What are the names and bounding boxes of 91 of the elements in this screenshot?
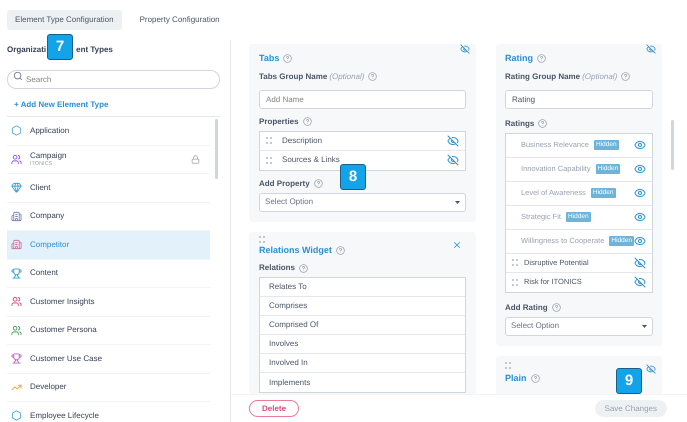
help-icon [299, 264, 308, 272]
step-callout: 9 [616, 368, 642, 394]
help-icon [283, 54, 292, 64]
element-type-item[interactable]: Customer Use Case [7, 345, 210, 374]
widget-title: Plain [505, 372, 527, 384]
element-type-item[interactable]: Customer Persona [7, 316, 210, 345]
help-icon [537, 54, 546, 64]
element-type-name: Company [30, 211, 66, 222]
eye-slash-icon[interactable] [646, 44, 656, 54]
element-type-item[interactable]: Customer Insights [7, 288, 210, 316]
property-name: Sources & Links [282, 154, 341, 166]
element-type-item[interactable]: Content [7, 260, 210, 288]
select-dropdown[interactable]: Select Option [505, 316, 653, 336]
scrollbar-thumb[interactable] [671, 120, 674, 170]
property-row[interactable]: Description [260, 132, 465, 150]
help-icon [621, 72, 630, 81]
relation-row[interactable]: Involved In [260, 354, 465, 373]
add-element-type-link[interactable]: + Add New Element Type [14, 99, 220, 111]
config-tab[interactable]: Property Configuration [132, 10, 228, 30]
drag-handle-icon[interactable] [512, 278, 518, 286]
sidebar-heading: ent Types [76, 44, 113, 56]
widget-title: Tabs [259, 52, 280, 65]
caret-icon [642, 324, 647, 328]
element-type-item[interactable]: Employee Lifecycle [7, 402, 210, 422]
help-icon [302, 117, 312, 126]
widget-title: Rating [505, 52, 533, 65]
step-callout: 8 [340, 164, 366, 190]
drag-handle-icon[interactable] [266, 156, 272, 164]
help-icon [530, 374, 540, 383]
drag-handle-icon[interactable] [505, 362, 511, 368]
element-type-name: Customer Persona [30, 325, 98, 336]
search-field[interactable]: Search [7, 70, 220, 89]
element-type-name: Campaign [30, 150, 68, 160]
element-type-name: Client [30, 182, 52, 193]
relation-row[interactable]: Comprises [260, 297, 465, 316]
eye-slash-icon[interactable] [447, 134, 459, 146]
eye-icon[interactable] [634, 187, 646, 199]
help-icon [314, 179, 323, 188]
eye-icon[interactable] [634, 211, 646, 223]
group-name-field[interactable]: Add Name [259, 90, 466, 108]
delete-button[interactable]: Delete [249, 400, 300, 417]
property-row[interactable]: Sources & Links [260, 150, 465, 170]
field-label: Add Property [259, 178, 310, 190]
scrollbar-thumb[interactable] [215, 119, 218, 179]
element-type-name: Customer Use Case [30, 354, 104, 364]
element-type-item[interactable]: Developer [7, 374, 210, 402]
field-label: Tabs Group Name [259, 70, 328, 82]
drag-handle-icon[interactable] [512, 259, 518, 266]
help-icon [336, 246, 345, 255]
relation-row[interactable]: Relates To [260, 278, 465, 297]
help-icon [538, 119, 548, 128]
field-label: Add Rating [505, 302, 548, 314]
eye-icon[interactable] [634, 235, 646, 247]
relation-row[interactable]: Comprised Of [260, 316, 465, 335]
help-icon [368, 72, 378, 81]
property-name: Description [282, 134, 324, 146]
eye-slash-icon[interactable] [634, 256, 646, 268]
step-callout: 7 [47, 34, 73, 60]
drag-handle-icon[interactable] [259, 236, 265, 242]
eye-slash-icon[interactable] [646, 364, 656, 374]
eye-slash-icon[interactable] [447, 154, 459, 166]
help-icon [552, 303, 561, 312]
element-type-name: Employee Lifecycle [30, 410, 100, 421]
element-type-item[interactable]: Application [7, 117, 210, 146]
eye-slash-icon[interactable] [634, 276, 646, 288]
element-type-item[interactable]: Client [7, 174, 210, 202]
field-label: Relations [259, 262, 296, 274]
search-icon [13, 70, 23, 80]
sidebar-heading: Organizati [7, 44, 46, 56]
caret-icon [455, 200, 460, 204]
element-type-name: Developer [30, 382, 68, 392]
optional-hint: (Optional) [582, 70, 618, 82]
config-tab[interactable]: Element Type Configuration [7, 10, 122, 30]
widget-title: Relations Widget [259, 244, 332, 257]
drag-handle-icon[interactable] [266, 137, 272, 144]
element-type-name: Content [30, 268, 60, 278]
eye-icon[interactable] [634, 139, 646, 151]
eye-slash-icon[interactable] [460, 44, 470, 54]
optional-hint: (Optional) [329, 70, 364, 82]
element-type-name: Application [30, 126, 70, 136]
element-type-name: Competitor [30, 240, 70, 250]
select-dropdown[interactable]: Select Option [259, 192, 466, 212]
field-label: Ratings [505, 118, 534, 130]
element-type-name: Customer Insights [30, 296, 96, 307]
eye-icon[interactable] [634, 163, 646, 175]
field-label: Rating Group Name [505, 70, 580, 82]
close-icon[interactable] [452, 240, 462, 250]
group-name-field[interactable]: Rating [505, 90, 653, 108]
field-label: Properties [259, 116, 299, 128]
relation-row[interactable]: Involves [260, 335, 465, 354]
relation-row[interactable]: Implements [260, 373, 465, 392]
